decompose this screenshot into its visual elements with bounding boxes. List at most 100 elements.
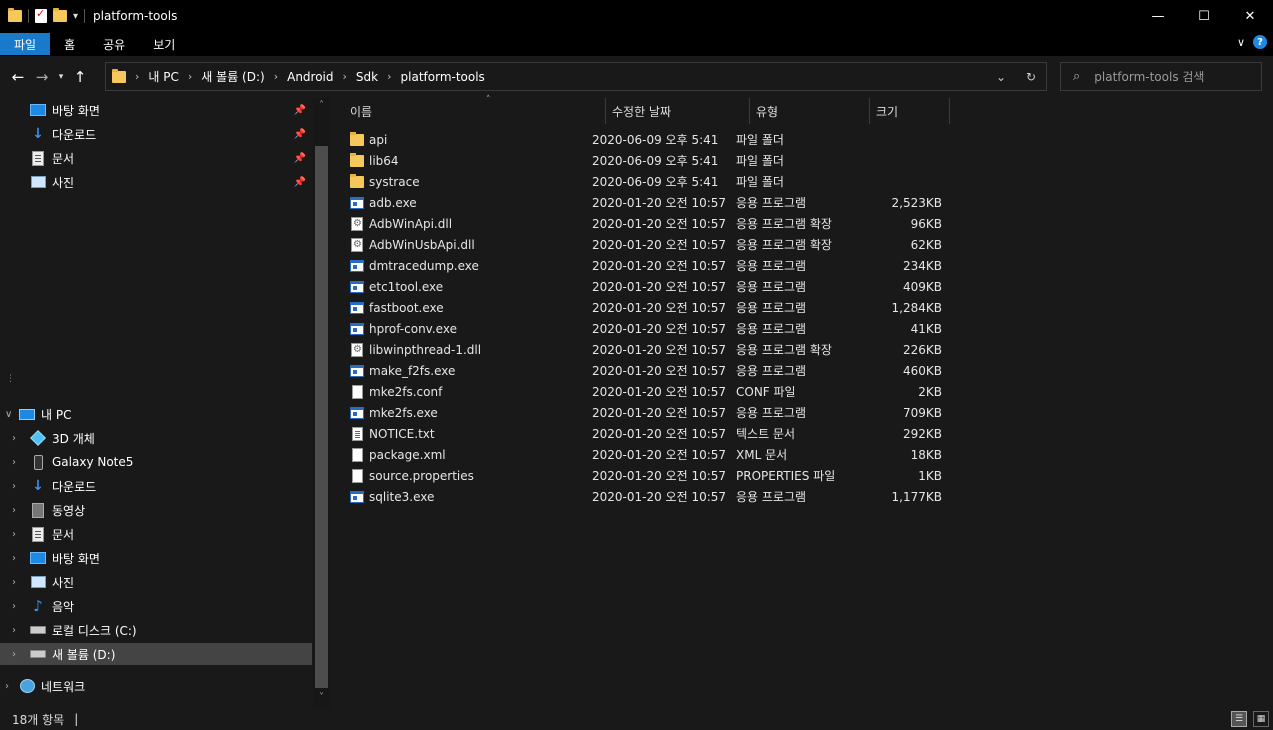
expand-ribbon-icon[interactable]: ∨ — [1237, 36, 1245, 49]
breadcrumb-this-pc[interactable]: 내 PC — [148, 68, 178, 85]
scrollbar-thumb[interactable] — [315, 146, 328, 688]
file-row[interactable]: AdbWinApi.dll 2020-01-20 오전 10:57 응용 프로그램 … — [350, 213, 950, 234]
file-row[interactable]: hprof-conv.exe 2020-01-20 오전 10:57 응용 프로그램… — [350, 318, 950, 339]
breadcrumb-android[interactable]: Android — [287, 70, 333, 84]
search-box[interactable]: ⌕ — [1060, 62, 1262, 91]
expand-chevron-icon[interactable]: › — [12, 505, 22, 516]
expand-chevron-icon[interactable]: › — [12, 457, 22, 468]
file-row[interactable]: package.xml 2020-01-20 오전 10:57 XML 문서 18KB — [350, 444, 950, 465]
up-arrow-icon[interactable]: ↑ — [68, 68, 92, 86]
search-input[interactable] — [1094, 69, 1255, 84]
nav-item-local-disk-c[interactable]: › 로컬 디스크 (C:) — [0, 619, 312, 641]
properties-icon[interactable] — [35, 7, 47, 23]
chevron-right-icon[interactable]: › — [343, 70, 347, 83]
folder-icon — [8, 8, 22, 22]
nav-item-downloads-pinned[interactable]: ↓ 다운로드 📌 — [0, 123, 312, 145]
nav-item-desktop[interactable]: › 바탕 화면 — [0, 547, 312, 569]
column-header-type[interactable]: 유형 — [750, 98, 870, 124]
file-row[interactable]: source.properties 2020-01-20 오전 10:57 PROP… — [350, 465, 950, 486]
nav-item-label: 문서 — [52, 151, 75, 166]
file-row[interactable]: dmtracedump.exe 2020-01-20 오전 10:57 응용 프로그… — [350, 255, 950, 276]
close-button[interactable]: ✕ — [1227, 0, 1273, 32]
file-row[interactable]: sqlite3.exe 2020-01-20 오전 10:57 응용 프로그램 1,1… — [350, 486, 950, 507]
expand-chevron-icon[interactable]: › — [12, 601, 22, 612]
file-date: 2020-01-20 오전 10:57 — [592, 427, 727, 441]
file-row[interactable]: NOTICE.txt 2020-01-20 오전 10:57 텍스트 문서 292KB — [350, 423, 950, 444]
splitter-handle[interactable]: ⋮ — [6, 374, 15, 384]
nav-item-new-volume-d[interactable]: › 새 볼륨 (D:) — [0, 643, 312, 665]
nav-item-videos[interactable]: › 동영상 — [0, 499, 312, 521]
chevron-right-icon[interactable]: › — [274, 70, 278, 83]
nav-pane-scrollbar[interactable]: ˄ ˅ — [313, 98, 330, 708]
chevron-right-icon[interactable]: › — [135, 70, 139, 83]
tab-share[interactable]: 공유 — [89, 33, 139, 55]
column-header-name[interactable]: ˄ 이름 — [344, 95, 606, 124]
large-icons-view-icon[interactable]: ▦ — [1253, 711, 1269, 727]
nav-item-this-pc[interactable]: ∨ 내 PC — [0, 403, 312, 425]
back-arrow-icon[interactable]: ← — [6, 68, 30, 86]
nav-item-downloads[interactable]: › ↓ 다운로드 — [0, 475, 312, 497]
expand-chevron-icon[interactable]: › — [12, 625, 22, 636]
file-row[interactable]: fastboot.exe 2020-01-20 오전 10:57 응용 프로그램 1,… — [350, 297, 950, 318]
expand-chevron-icon[interactable]: › — [12, 529, 22, 540]
details-view-icon[interactable]: ☰ — [1231, 711, 1247, 727]
breadcrumb-sdk[interactable]: Sdk — [356, 70, 378, 84]
nav-item-desktop-pinned[interactable]: 바탕 화면 📌 — [0, 99, 312, 121]
expand-chevron-icon[interactable]: › — [12, 433, 22, 444]
column-header-size[interactable]: 크기 — [870, 98, 950, 124]
file-row[interactable]: AdbWinUsbApi.dll 2020-01-20 오전 10:57 응용 프로… — [350, 234, 950, 255]
scroll-down-icon[interactable]: ˅ — [313, 692, 330, 703]
tab-home[interactable]: 홈 — [50, 33, 89, 55]
pin-icon[interactable]: 📌 — [294, 177, 306, 188]
forward-arrow-icon[interactable]: → — [30, 68, 54, 86]
nav-item-network[interactable]: › 네트워크 — [0, 675, 312, 697]
expand-chevron-icon[interactable]: › — [12, 481, 22, 492]
maximize-button[interactable]: ☐ — [1181, 0, 1227, 32]
tab-file[interactable]: 파일 — [0, 33, 51, 55]
file-row[interactable]: mke2fs.conf 2020-01-20 오전 10:57 CONF 파일 2KB — [350, 381, 950, 402]
breadcrumb-drive-d[interactable]: 새 볼륨 (D:) — [201, 68, 264, 85]
help-icon[interactable]: ? — [1253, 35, 1267, 49]
tab-view[interactable]: 보기 — [139, 33, 189, 55]
file-row[interactable]: libwinpthread-1.dll 2020-01-20 오전 10:57 응용… — [350, 339, 950, 360]
customize-toolbar-dropdown-icon[interactable]: ▾ — [73, 11, 78, 22]
expand-chevron-icon[interactable]: › — [12, 577, 22, 588]
nav-item-music[interactable]: › ♪ 음악 — [0, 595, 312, 617]
chevron-right-icon[interactable]: › — [387, 70, 391, 83]
search-icon: ⌕ — [1073, 69, 1081, 84]
pin-icon[interactable]: 📌 — [294, 129, 306, 140]
expand-chevron-icon[interactable]: › — [12, 553, 22, 564]
address-bar[interactable]: › 내 PC › 새 볼륨 (D:) › Android › Sdk › platfor… — [105, 62, 1047, 91]
file-row[interactable]: systrace 2020-06-09 오후 5:41 파일 폴더 — [350, 171, 950, 192]
pin-icon[interactable]: 📌 — [294, 105, 306, 116]
file-row[interactable]: mke2fs.exe 2020-01-20 오전 10:57 응용 프로그램 709K… — [350, 402, 950, 423]
file-type: 응용 프로그램 — [736, 280, 807, 294]
expand-chevron-icon[interactable]: › — [5, 681, 15, 692]
nav-item-pictures[interactable]: › 사진 — [0, 571, 312, 593]
pin-icon[interactable]: 📌 — [294, 153, 306, 164]
scroll-up-icon[interactable]: ˄ — [313, 100, 330, 111]
expand-chevron-icon[interactable]: › — [12, 649, 22, 660]
new-folder-icon[interactable] — [53, 8, 67, 22]
file-row[interactable]: adb.exe 2020-01-20 오전 10:57 응용 프로그램 2,523KB — [350, 192, 950, 213]
file-row[interactable]: make_f2fs.exe 2020-01-20 오전 10:57 응용 프로그램 4… — [350, 360, 950, 381]
minimize-button[interactable]: — — [1135, 0, 1181, 32]
nav-item-documents[interactable]: › 문서 — [0, 523, 312, 545]
column-header-date[interactable]: 수정한 날짜 — [606, 98, 750, 124]
address-history-chevron-icon[interactable]: ⌄ — [986, 70, 1016, 84]
refresh-icon[interactable]: ↻ — [1016, 70, 1046, 84]
nav-item-documents-pinned[interactable]: 문서 📌 — [0, 147, 312, 169]
file-type: 응용 프로그램 — [736, 301, 807, 315]
file-row[interactable]: lib64 2020-06-09 오후 5:41 파일 폴더 — [350, 150, 950, 171]
nav-item-label: 문서 — [52, 527, 75, 542]
chevron-right-icon[interactable]: › — [188, 70, 192, 83]
nav-item-pictures-pinned[interactable]: 사진 📌 — [0, 171, 312, 193]
nav-item-galaxy-note5[interactable]: › Galaxy Note5 — [0, 451, 312, 473]
collapse-chevron-icon[interactable]: ∨ — [5, 409, 15, 420]
file-row[interactable]: etc1tool.exe 2020-01-20 오전 10:57 응용 프로그램 40… — [350, 276, 950, 297]
file-row[interactable]: api 2020-06-09 오후 5:41 파일 폴더 — [350, 129, 950, 150]
breadcrumb-platform-tools[interactable]: platform-tools — [401, 70, 485, 84]
file-size: 234KB — [902, 258, 942, 273]
nav-item-3d-objects[interactable]: › 3D 개체 — [0, 427, 312, 449]
recent-locations-chevron-icon[interactable]: ▾ — [54, 72, 68, 82]
